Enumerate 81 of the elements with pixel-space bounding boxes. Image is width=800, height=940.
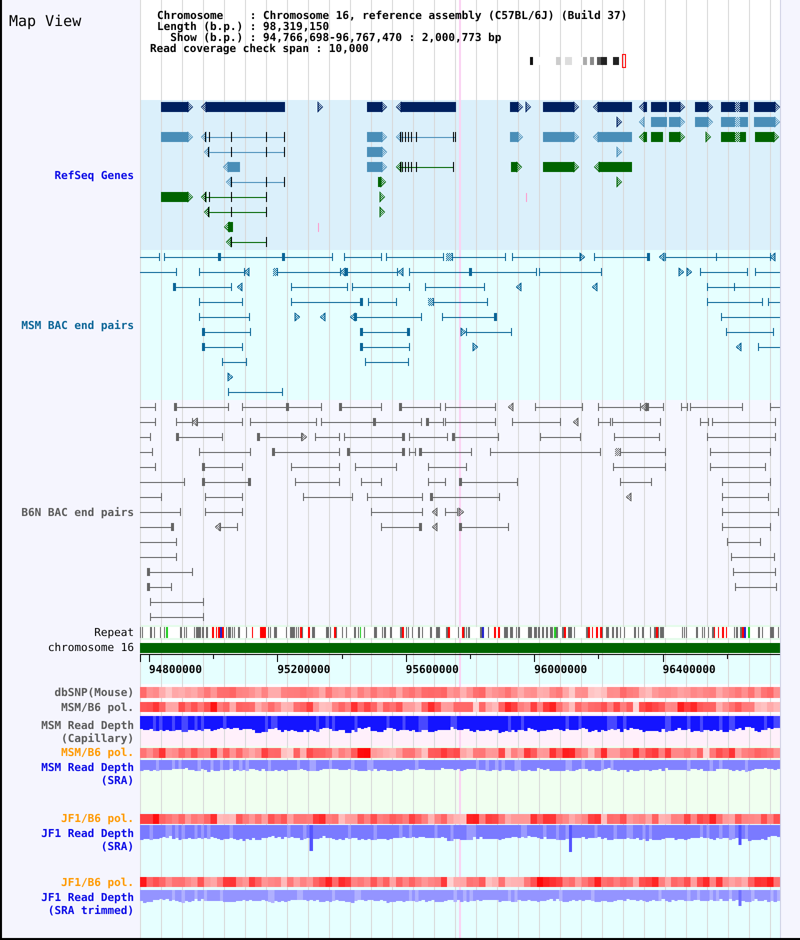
- axis-tick-label: 94800000: [149, 663, 202, 676]
- info-line: Chromosome : Chromosome 16, reference assembly (C57BL/6J) (Build 37): [156, 10, 628, 21]
- info-line: Length (b.p.) : 98,319,150: [156, 21, 330, 32]
- gene-model: [616, 176, 622, 188]
- track-label: B6N BAC end pairs: [21, 506, 134, 519]
- gene-model: [318, 101, 324, 113]
- axis-tick-label: 95200000: [277, 663, 330, 676]
- gene-model: [651, 117, 667, 127]
- track-label: Repeat: [94, 626, 134, 639]
- gene-model: [754, 116, 780, 128]
- feature-tick-mark: [318, 223, 319, 232]
- gene-model: [378, 176, 386, 188]
- track-label: JF1 Read Depth (SRA trimmed): [40, 891, 134, 917]
- gene-model: [367, 101, 388, 113]
- gene-model: [754, 101, 780, 113]
- gene-model: [592, 101, 632, 113]
- map-view-title: Map View: [9, 12, 82, 30]
- gene-model: [200, 191, 267, 203]
- gene-model: [669, 116, 686, 128]
- gene-model: [651, 102, 667, 112]
- gene-model: [638, 131, 647, 143]
- gene-model: [510, 131, 524, 143]
- axis-tick-label: 96400000: [662, 663, 716, 676]
- gene-model: [651, 132, 663, 142]
- track-label: MSM/B6 pol.: [61, 746, 134, 759]
- gene-model: [161, 191, 194, 203]
- track-label: chromosome 16: [48, 640, 134, 654]
- gene-model: [669, 101, 686, 113]
- gene-model: [526, 101, 532, 113]
- gene-model: [226, 176, 285, 188]
- gene-model: [367, 131, 388, 143]
- gene-model: [510, 101, 524, 113]
- gene-model: [380, 191, 386, 203]
- gene-model: [367, 161, 388, 173]
- gene-model: [755, 131, 780, 143]
- bac-end-pair-row: [150, 598, 204, 606]
- gene-model: [396, 131, 456, 143]
- track-label: JF1/B6 pol.: [61, 812, 134, 825]
- gene-model: [226, 236, 267, 248]
- gene-model: [592, 131, 632, 143]
- axis-tick-label: 95600000: [406, 663, 459, 676]
- gene-model: [367, 146, 388, 158]
- gene-model: [161, 131, 194, 143]
- gene-model: [616, 116, 622, 128]
- axis-tick-label: 96000000: [534, 663, 588, 676]
- gene-model: [695, 116, 714, 128]
- bac-end-pair-row: [228, 388, 283, 396]
- track-label: JF1 Read Depth (SRA): [40, 827, 134, 853]
- gene-model: [638, 101, 647, 113]
- bac-end-pair-row: [150, 612, 204, 622]
- gene-model: [543, 131, 580, 143]
- track-label: dbSNP(Mouse): [54, 686, 134, 698]
- info-line: Read coverage check span : 10,000: [150, 43, 369, 54]
- gene-model: [396, 101, 456, 113]
- gene-model: [161, 101, 194, 113]
- bac-end-pair-row: [228, 372, 234, 382]
- gene-model: [396, 161, 454, 173]
- gene-model: [695, 101, 714, 113]
- track-label: MSM BAC end pairs: [21, 318, 134, 332]
- gene-model: [204, 206, 267, 218]
- gene-model: [224, 221, 233, 233]
- gene-model: [222, 161, 240, 173]
- track-label: JF1/B6 pol.: [61, 876, 134, 888]
- gene-model: [543, 161, 580, 173]
- gene-model: [721, 102, 748, 112]
- info-line: Show (b.p.) : 94,766,698-96,767,470 : 2,000,773 bp: [170, 32, 502, 43]
- gene-model: [616, 146, 622, 158]
- gene-model: [669, 131, 686, 143]
- feature-tick-mark: [526, 193, 527, 202]
- gene-model: [511, 161, 522, 173]
- gene-model: [638, 116, 644, 128]
- track-label: MSM Read Depth (SRA): [40, 761, 134, 787]
- track-label: RefSeq Genes: [54, 168, 134, 182]
- gene-model: [706, 131, 712, 143]
- gene-model: [594, 161, 632, 173]
- gene-model: [380, 206, 386, 218]
- gene-model: [721, 132, 746, 142]
- gene-model: [721, 117, 748, 127]
- gene-model: [543, 101, 580, 113]
- track-label: MSM/B6 pol.: [61, 700, 134, 714]
- track-label: MSM Read Depth (Capillary): [40, 719, 134, 745]
